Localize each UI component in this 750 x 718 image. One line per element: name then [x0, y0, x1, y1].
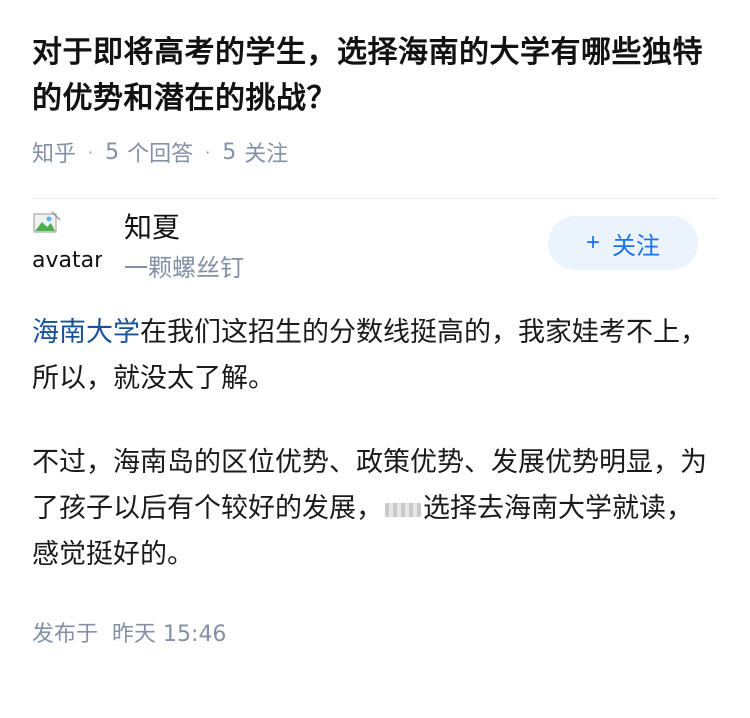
question-header: 对于即将高考的学生，选择海南的大学有哪些独特的优势和潜在的挑战？ 知乎 · 5 …: [0, 0, 750, 199]
inline-link-hainan-university[interactable]: 海南大学: [32, 317, 140, 348]
answer-body: 海南大学在我们这招生的分数线挺高的，我家娃考不上，所以，就没太了解。 不过，海南…: [0, 310, 750, 578]
author-bio: 一颗螺丝钉: [124, 254, 244, 282]
answer-paragraph: 不过，海南岛的区位优势、政策优势、发展优势明显，为了孩子以后有个较好的发展， 选择…: [32, 440, 718, 578]
answer-paragraph: 海南大学在我们这招生的分数线挺高的，我家娃考不上，所以，就没太了解。: [32, 310, 718, 402]
separator-dot: ·: [88, 142, 94, 162]
author-row: avatar 知夏 一颗螺丝钉 + 关注: [0, 170, 750, 310]
author-name[interactable]: 知夏: [124, 206, 180, 246]
question-title[interactable]: 对于即将高考的学生，选择海南的大学有哪些独特的优势和潜在的挑战？: [32, 30, 718, 122]
publish-time: 发布于 昨天 15:46: [0, 616, 750, 648]
source-label[interactable]: 知乎: [32, 136, 76, 168]
followers-count: 5: [222, 139, 237, 165]
inline-image-placeholder: [385, 502, 421, 517]
publish-time-value: 15:46: [163, 622, 227, 647]
publish-label: 发布于: [32, 622, 99, 647]
plus-icon: +: [585, 229, 600, 256]
avatar[interactable]: avatar: [32, 206, 102, 276]
answers-count: 5: [105, 139, 120, 165]
avatar-alt-text: avatar: [32, 248, 102, 273]
question-meta: 知乎 · 5 个回答 · 5 关注: [32, 136, 718, 168]
answers-label[interactable]: 个回答: [127, 136, 193, 168]
separator-dot: ·: [205, 142, 211, 162]
follow-label: 关注: [612, 232, 660, 260]
followers-label[interactable]: 关注: [244, 136, 288, 168]
publish-day: 昨天: [112, 622, 157, 647]
broken-image-icon: [33, 211, 61, 233]
follow-button[interactable]: + 关注: [548, 216, 698, 270]
